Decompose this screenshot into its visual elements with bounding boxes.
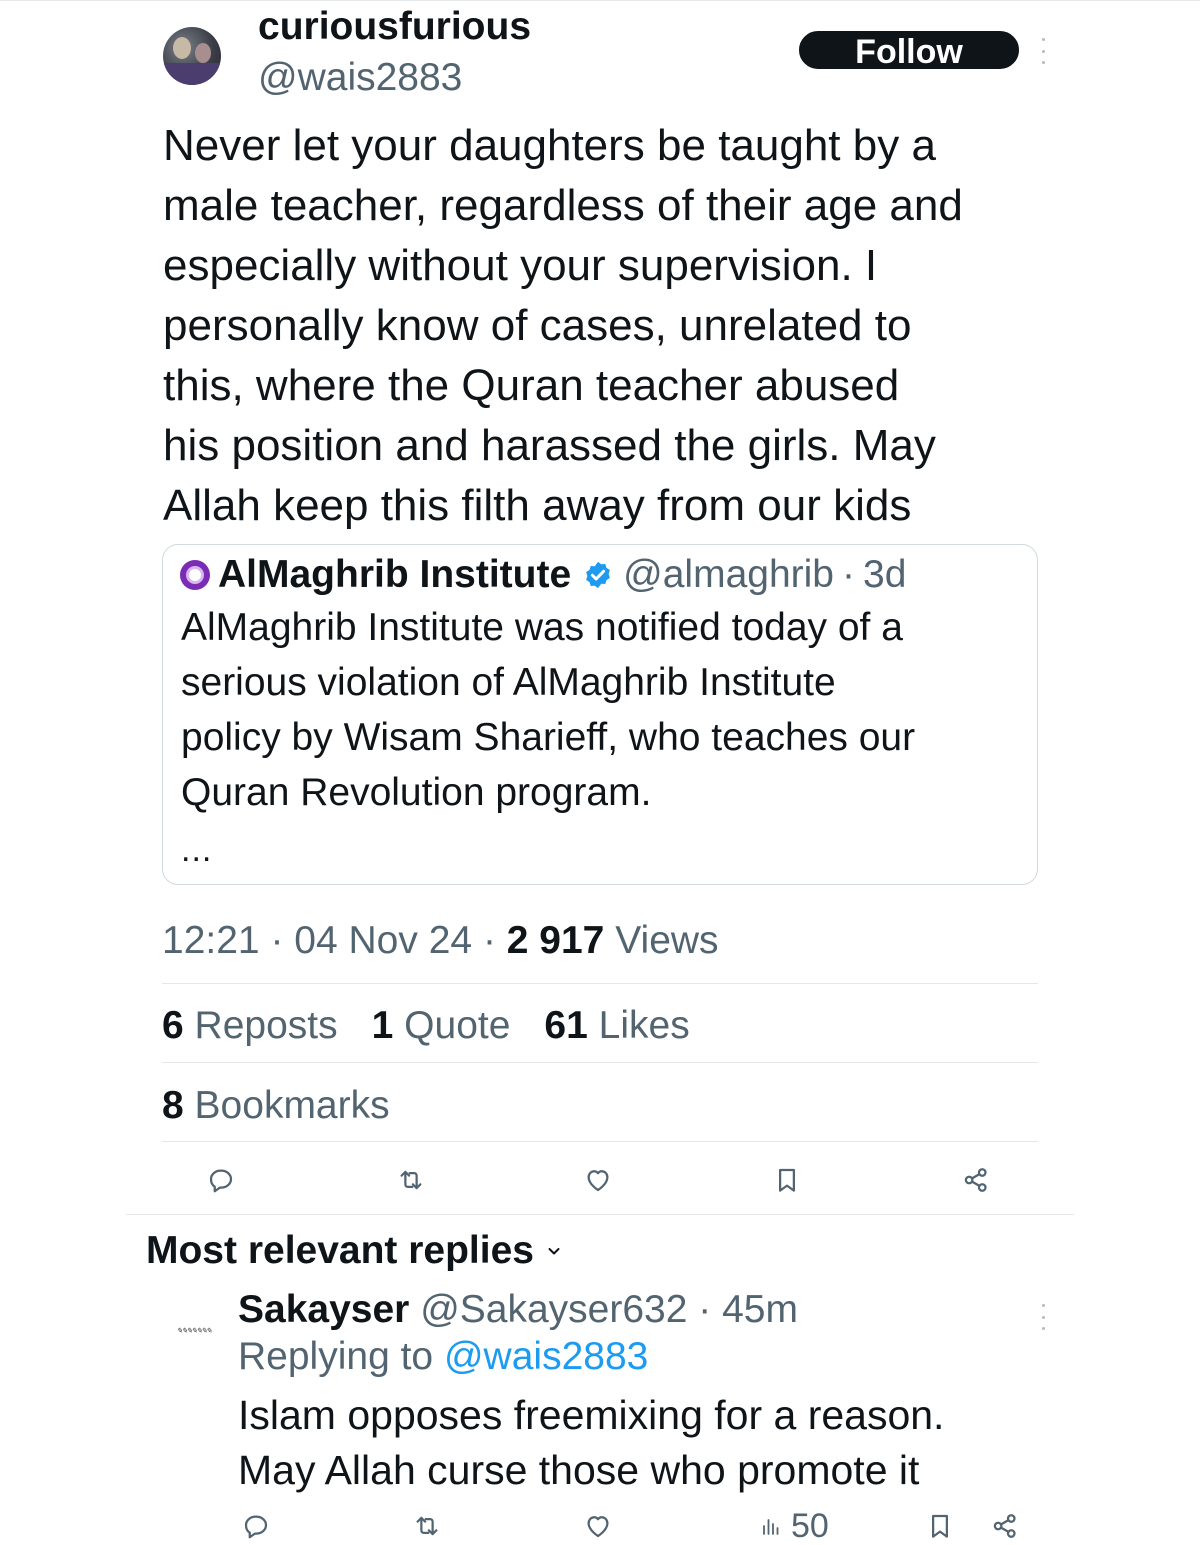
author-handle[interactable]: @wais2883 bbox=[258, 54, 462, 102]
author-avatar[interactable] bbox=[163, 27, 221, 85]
reply-text-line: May Allah curse those who promote it bbox=[238, 1447, 920, 1493]
share-icon[interactable] bbox=[958, 1162, 994, 1198]
likes-stat[interactable]: 61 Likes bbox=[544, 999, 689, 1053]
views-chart-icon bbox=[763, 1519, 779, 1535]
tweet-meta: 12:21 · 04 Nov 24 · 2 917 Views bbox=[162, 914, 719, 968]
tweet-date[interactable]: 04 Nov 24 bbox=[294, 919, 472, 962]
verified-badge-icon bbox=[586, 561, 611, 589]
reply-reply-icon[interactable] bbox=[238, 1508, 274, 1544]
section-divider bbox=[126, 1214, 1074, 1215]
divider bbox=[162, 1062, 1038, 1063]
reply-views[interactable]: 50 bbox=[759, 1506, 829, 1545]
reply-icon[interactable] bbox=[203, 1162, 239, 1198]
bookmarks-count: 8 bbox=[162, 1084, 184, 1127]
bookmark-icon[interactable] bbox=[769, 1162, 805, 1198]
quoted-text-line: policy by Wisam Sharieff, who teaches ou… bbox=[181, 716, 916, 759]
quoted-tweet-text: AlMaghrib Institute was notified today o… bbox=[181, 600, 1021, 820]
reply-author-handle[interactable]: @Sakayser632 bbox=[420, 1288, 687, 1331]
separator-dot: · bbox=[842, 553, 855, 596]
quoted-author-handle[interactable]: @almaghrib bbox=[623, 553, 834, 597]
reply-text-line: Islam opposes freemixing for a reason. bbox=[238, 1392, 945, 1438]
likes-label: Likes bbox=[598, 1004, 690, 1047]
views-label: Views bbox=[615, 919, 719, 962]
quoted-author-name[interactable]: AlMaghrib Institute bbox=[218, 553, 571, 597]
reply-header: Sakayser @Sakayser632 · 45m bbox=[238, 1287, 798, 1333]
reply-views-count: 50 bbox=[791, 1507, 829, 1545]
quotes-label: Quote bbox=[404, 1004, 511, 1047]
reply-text: Islam opposes freemixing for a reason. M… bbox=[238, 1388, 1038, 1498]
bookmarks-label: Bookmarks bbox=[194, 1084, 390, 1127]
quoted-tweet-header: AlMaghrib Institute @almaghrib · 3d bbox=[180, 553, 906, 597]
reply-age: 45m bbox=[722, 1288, 798, 1331]
reposts-stat[interactable]: 6 Reposts bbox=[162, 999, 338, 1053]
chevron-down-icon bbox=[548, 1248, 560, 1255]
tweet-text-line: his position and harassed the girls. May bbox=[163, 421, 936, 470]
reply-like-icon[interactable] bbox=[580, 1508, 616, 1544]
author-display-name[interactable]: curiousfurious bbox=[258, 3, 531, 51]
reposts-label: Reposts bbox=[194, 1004, 338, 1047]
tweet-text-line: personally know of cases, unrelated to bbox=[163, 301, 912, 350]
reply-author-name[interactable]: Sakayser bbox=[238, 1288, 409, 1331]
engagement-stats: 6 Reposts 1 Quote 61 Likes bbox=[162, 999, 724, 1053]
quotes-count: 1 bbox=[371, 1004, 394, 1047]
reply-bookmark-icon[interactable] bbox=[922, 1508, 958, 1544]
reply-repost-icon[interactable] bbox=[409, 1508, 445, 1544]
tweet-text-line: Allah keep this filth away from our kids bbox=[163, 481, 912, 530]
quoted-text-line: AlMaghrib Institute was notified today o… bbox=[181, 606, 903, 649]
divider bbox=[162, 983, 1038, 984]
quoted-tweet-ellipsis: ... bbox=[181, 831, 213, 869]
likes-count: 61 bbox=[544, 1004, 588, 1047]
tweet-text-line: especially without your supervision. I bbox=[163, 241, 878, 290]
almaghrib-logo-icon bbox=[180, 560, 210, 590]
separator-dot: · bbox=[482, 919, 496, 962]
separator-dot: · bbox=[698, 1288, 712, 1331]
separator-dot: · bbox=[270, 919, 284, 962]
divider bbox=[162, 1141, 1038, 1142]
tweet-text-line: this, where the Quran teacher abused bbox=[163, 361, 900, 410]
tweet-text-line: Never let your daughters be taught by a bbox=[163, 121, 936, 170]
follow-button[interactable]: Follow bbox=[799, 31, 1019, 71]
quoted-tweet-age: 3d bbox=[863, 553, 907, 596]
views-count: 2 917 bbox=[506, 919, 605, 962]
reply-share-icon[interactable] bbox=[987, 1508, 1023, 1544]
quoted-text-line: Quran Revolution program. bbox=[181, 771, 652, 814]
reposts-count: 6 bbox=[162, 1004, 184, 1047]
top-divider bbox=[0, 0, 1200, 1]
quoted-text-line: serious violation of AlMaghrib Institute bbox=[181, 661, 836, 704]
replying-to-handle[interactable]: @wais2883 bbox=[444, 1335, 648, 1378]
reply-author-avatar[interactable]: ✎✎✎✎✎✎✎ bbox=[163, 1316, 225, 1346]
repost-icon[interactable] bbox=[393, 1162, 429, 1198]
tweet-text: Never let your daughters be taught by a … bbox=[163, 116, 1063, 536]
tweet-text-line: male teacher, regardless of their age an… bbox=[163, 181, 963, 230]
like-icon[interactable] bbox=[580, 1162, 616, 1198]
reply-more-options-icon[interactable] bbox=[1038, 1304, 1048, 1330]
quotes-stat[interactable]: 1 Quote bbox=[372, 999, 511, 1053]
replying-to: Replying to @wais2883 bbox=[238, 1334, 648, 1380]
replies-heading: Most relevant replies bbox=[146, 1229, 534, 1272]
replies-sort-dropdown[interactable]: Most relevant replies bbox=[146, 1225, 562, 1277]
more-options-icon[interactable] bbox=[1038, 38, 1048, 64]
tweet-time[interactable]: 12:21 bbox=[162, 919, 260, 962]
bookmarks-stat[interactable]: 8 Bookmarks bbox=[162, 1079, 390, 1133]
replying-to-label: Replying to bbox=[238, 1335, 434, 1378]
